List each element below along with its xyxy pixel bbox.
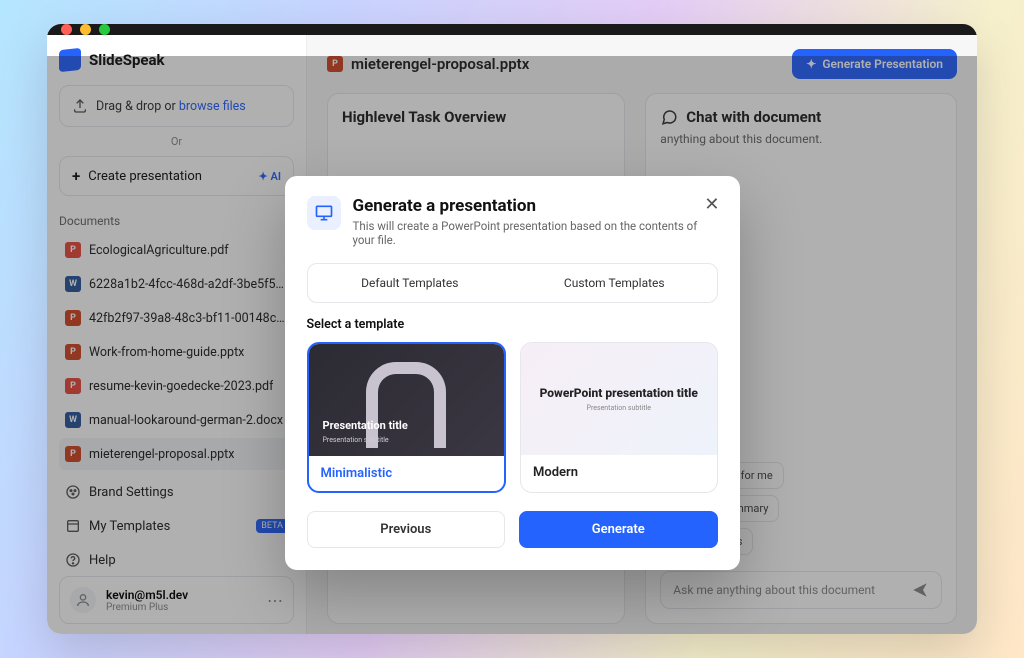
thumb-subtitle: Presentation subtitle — [540, 404, 698, 412]
modal-overlay[interactable]: Generate a presentation This will create… — [47, 56, 977, 634]
template-tabs: Default Templates Custom Templates — [307, 263, 718, 303]
template-name: Minimalistic — [309, 456, 505, 491]
modal-title: Generate a presentation — [353, 196, 718, 216]
template-thumbnail: Presentation title Presentation sub titl… — [309, 344, 505, 456]
generate-modal: Generate a presentation This will create… — [285, 176, 740, 570]
app-window: SlideSpeak Drag & drop or browse files O… — [47, 24, 977, 634]
select-template-label: Select a template — [307, 317, 718, 332]
tab-custom-templates[interactable]: Custom Templates — [516, 268, 713, 298]
thumb-subtitle: Presentation sub title — [323, 436, 389, 444]
generate-button[interactable]: Generate — [519, 511, 718, 548]
window-titlebar — [47, 24, 977, 35]
thumb-title: Presentation title — [323, 419, 408, 432]
tab-default-templates[interactable]: Default Templates — [312, 268, 509, 298]
minimize-dot[interactable] — [80, 24, 91, 35]
previous-button[interactable]: Previous — [307, 511, 506, 548]
template-thumbnail: PowerPoint presentation title Presentati… — [521, 343, 717, 455]
modal-subtitle: This will create a PowerPoint presentati… — [353, 219, 718, 247]
template-grid: Presentation title Presentation sub titl… — [307, 342, 718, 493]
maximize-dot[interactable] — [99, 24, 110, 35]
presentation-icon — [307, 196, 341, 230]
template-minimalistic[interactable]: Presentation title Presentation sub titl… — [307, 342, 507, 493]
close-icon[interactable]: ✕ — [704, 194, 719, 215]
template-name: Modern — [521, 455, 717, 490]
template-modern[interactable]: PowerPoint presentation title Presentati… — [520, 342, 718, 493]
thumb-title: PowerPoint presentation title — [540, 386, 698, 401]
close-dot[interactable] — [61, 24, 72, 35]
